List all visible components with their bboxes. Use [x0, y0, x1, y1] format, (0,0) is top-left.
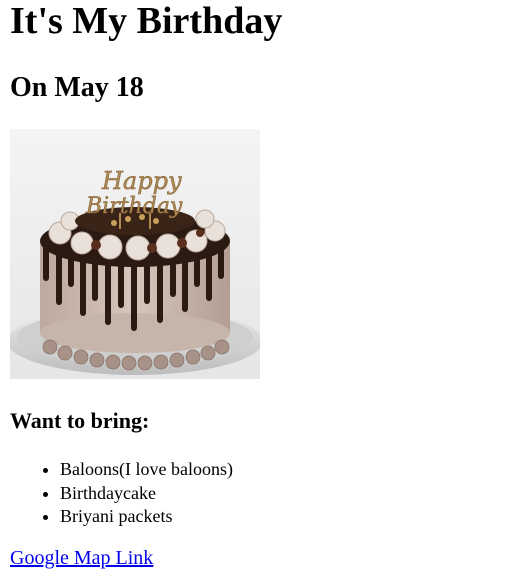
- svg-text:Happy: Happy: [101, 167, 182, 195]
- google-map-link[interactable]: Google Map Link: [10, 547, 153, 569]
- list-item: Briyani packets: [60, 505, 233, 529]
- page-title: It's My Birthday: [10, 0, 283, 42]
- bring-list: Baloons(I love baloons) Birthdaycake Bri…: [10, 458, 233, 529]
- list-item: Birthdaycake: [60, 482, 233, 506]
- birthday-cake-image: Happy Birthday: [10, 129, 260, 379]
- svg-text:Birthday: Birthday: [85, 194, 183, 219]
- date-heading: On May 18: [10, 72, 144, 103]
- bring-heading: Want to bring:: [10, 408, 150, 433]
- list-item: Baloons(I love baloons): [60, 458, 233, 482]
